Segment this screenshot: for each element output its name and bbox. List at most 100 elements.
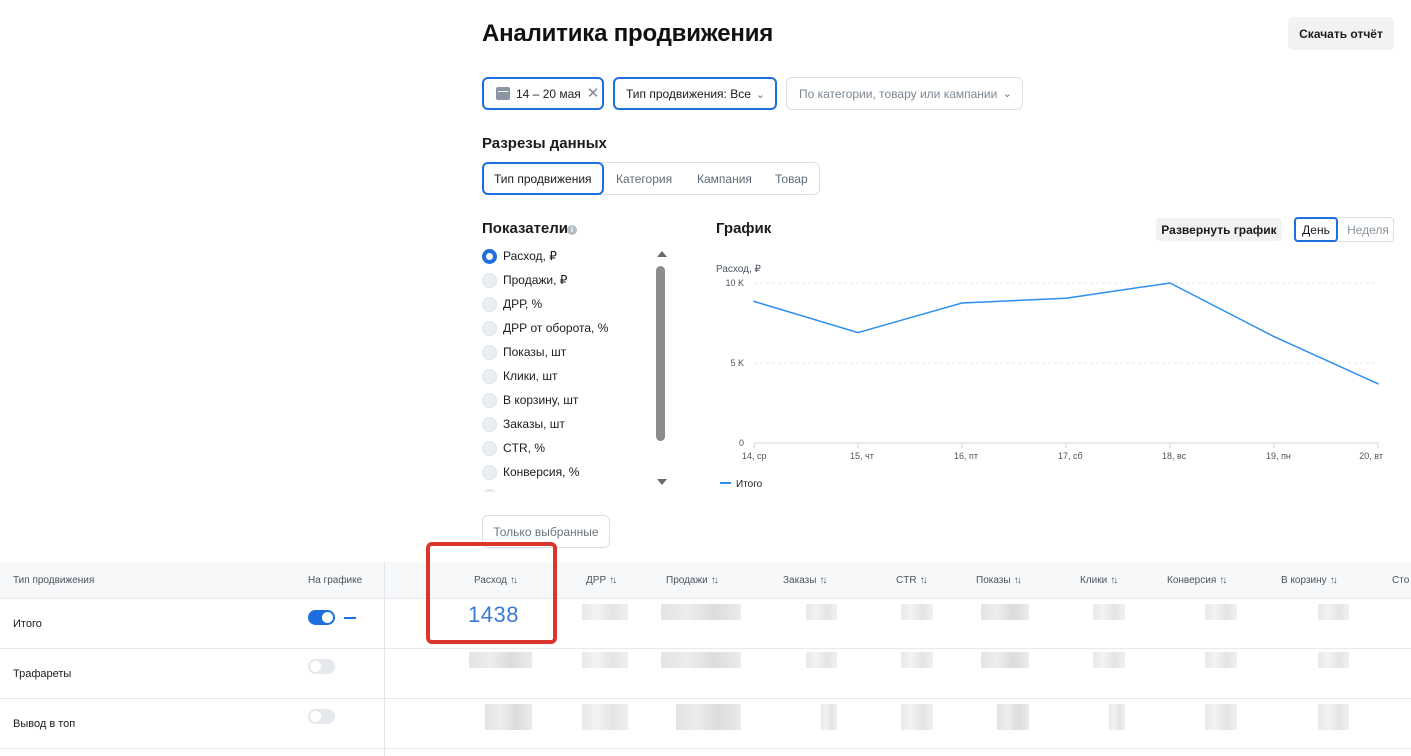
indicator-label: Продажи, ₽ — [503, 273, 568, 287]
row-label: Вывод в топ — [13, 717, 76, 730]
blurred-value — [821, 704, 837, 730]
indicators-scrollbar[interactable] — [654, 246, 668, 492]
data-point — [961, 302, 963, 304]
chevron-down-icon: ⌄ — [755, 89, 765, 101]
chevron-down-icon: ⌄ — [1002, 88, 1012, 100]
clear-date-icon[interactable]: ✕ — [587, 86, 600, 101]
col-header-views[interactable]: Показы ↑↓ — [976, 562, 1022, 599]
expand-chart-button[interactable]: Развернуть график — [1156, 218, 1282, 241]
blurred-value — [1093, 604, 1125, 620]
search-select[interactable]: По категории, товару или кампании ⌄ — [786, 77, 1023, 110]
data-point — [1065, 297, 1067, 299]
date-range-value: 14 – 20 мая — [516, 86, 581, 101]
indicator-clicks[interactable]: Клики, шт — [482, 366, 557, 386]
on-chart-toggle[interactable] — [308, 709, 335, 724]
col-header-conversion[interactable]: Конверсия ↑↓ — [1167, 562, 1227, 599]
chart-title: График — [716, 220, 772, 237]
x-tick-label: 14, ср — [742, 451, 767, 461]
sort-icon: ↑↓ — [1013, 575, 1022, 586]
col-header-cart[interactable]: В корзину ↑↓ — [1281, 562, 1338, 599]
radio-icon[interactable] — [482, 344, 497, 360]
line-chart: Расход, ₽ 0 5 K 10 K 14, ср 15, чт 16, пт 17, с… — [716, 264, 1383, 490]
sort-icon: ↑↓ — [710, 575, 719, 586]
radio-icon[interactable] — [482, 368, 497, 384]
tab-category[interactable]: Категория — [616, 163, 672, 194]
on-chart-toggle[interactable] — [308, 659, 335, 674]
row-label: Итого — [13, 617, 42, 630]
tab-promo-type[interactable]: Тип продвижения — [482, 162, 604, 195]
blurred-value — [1205, 652, 1237, 668]
period-week-button[interactable]: Неделя — [1343, 218, 1393, 241]
indicator-label: Конверсия, % — [503, 465, 580, 479]
promo-type-filter[interactable]: Тип продвижения: Все ⌄ — [613, 77, 777, 110]
info-icon[interactable]: i — [567, 225, 577, 235]
scroll-down-arrow-icon[interactable] — [657, 479, 667, 485]
indicator-sales[interactable]: Продажи, ₽ — [482, 270, 567, 290]
col-header-orders[interactable]: Заказы ↑↓ — [783, 562, 827, 599]
col-header-cost[interactable]: Сто — [1392, 562, 1409, 599]
indicator-drr[interactable]: ДРР, % — [482, 294, 542, 314]
row-label: Трафареты — [13, 667, 72, 680]
col-header-clicks[interactable]: Клики ↑↓ — [1080, 562, 1118, 599]
blurred-value — [997, 704, 1029, 730]
radio-icon[interactable] — [482, 464, 497, 480]
blurred-value — [1109, 704, 1125, 730]
tab-campaign[interactable]: Кампания — [697, 163, 752, 194]
tab-product[interactable]: Товар — [775, 163, 808, 194]
indicator-label: Заказы, шт — [503, 417, 565, 431]
radio-icon[interactable] — [482, 248, 497, 264]
x-tick-label: 15, чт — [850, 451, 874, 461]
col-header-drr[interactable]: ДРР ↑↓ — [586, 562, 617, 599]
data-point — [1169, 282, 1171, 284]
blurred-value — [806, 652, 837, 668]
download-report-button[interactable]: Скачать отчёт — [1288, 17, 1394, 50]
data-point — [1377, 383, 1379, 385]
data-point — [857, 331, 859, 334]
indicator-label: Клики, шт — [503, 369, 558, 383]
table-header: Тип продвижения На графике Расход ↑↓ ДРР ↑… — [0, 562, 1411, 599]
x-tick-label: 18, вс — [1162, 451, 1187, 461]
blurred-value — [485, 704, 532, 730]
blurred-value — [1318, 652, 1349, 668]
indicator-label: CTR, % — [503, 441, 545, 455]
sort-icon: ↑↓ — [1219, 575, 1227, 586]
radio-icon[interactable] — [482, 272, 497, 288]
radio-icon[interactable] — [482, 392, 497, 408]
on-chart-toggle[interactable] — [308, 610, 335, 625]
indicator-label: В корзину, шт — [503, 393, 579, 407]
page-title: Аналитика продвижения — [482, 20, 774, 47]
period-toggle: День Неделя — [1294, 217, 1394, 242]
indicator-spend[interactable]: Расход, ₽ — [482, 246, 557, 266]
date-range-filter[interactable]: 14 – 20 мая ✕ — [482, 77, 604, 110]
slices-title: Разрезы данных — [482, 135, 607, 152]
radio-icon[interactable] — [482, 320, 497, 336]
radio-icon[interactable] — [482, 440, 497, 456]
indicator-label: Показы, шт — [503, 345, 567, 359]
period-day-button[interactable]: День — [1294, 217, 1338, 242]
radio-icon[interactable] — [482, 416, 497, 432]
col-header-sales[interactable]: Продажи ↑↓ — [666, 562, 719, 599]
calendar-icon — [496, 87, 510, 100]
indicator-views[interactable]: Показы, шт — [482, 342, 566, 362]
indicator-ctr[interactable]: CTR, % — [482, 438, 545, 458]
sort-icon: ↑↓ — [609, 575, 617, 586]
blurred-value — [582, 704, 628, 730]
scrollbar-thumb[interactable] — [656, 266, 665, 441]
data-point — [1273, 335, 1275, 338]
indicator-conversion[interactable]: Конверсия, % — [482, 462, 579, 482]
indicator-drr-turnover[interactable]: ДРР от оборота, % — [482, 318, 608, 338]
legend-label: Итого — [736, 479, 763, 490]
indicator-orders[interactable]: Заказы, шт — [482, 414, 565, 434]
radio-icon[interactable] — [482, 296, 497, 312]
indicators-title: Показатели — [482, 220, 569, 237]
blurred-value — [806, 604, 837, 620]
blurred-value — [901, 652, 933, 668]
scroll-up-arrow-icon[interactable] — [657, 251, 667, 257]
y-axis-label: Расход, ₽ — [716, 264, 762, 275]
y-tick-label: 10 K — [725, 278, 744, 288]
col-header-type: Тип продвижения — [13, 575, 95, 586]
indicator-cart[interactable]: В корзину, шт — [482, 390, 578, 410]
data-point — [753, 300, 755, 303]
table-row-total: Итого 1438 — [0, 599, 1411, 649]
col-header-ctr[interactable]: CTR ↑↓ — [896, 562, 928, 599]
